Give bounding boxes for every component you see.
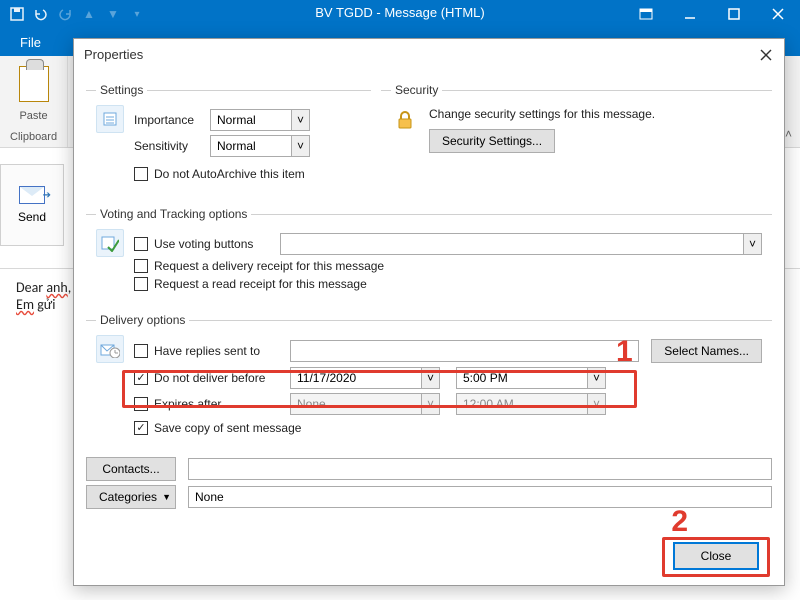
- body-text: gửi: [34, 296, 55, 313]
- delivery-legend: Delivery options: [96, 313, 189, 327]
- next-icon[interactable]: ▼: [102, 3, 124, 25]
- settings-icon: [96, 105, 124, 133]
- chevron-down-icon: ˅: [421, 368, 439, 388]
- paste-label: Paste: [19, 108, 47, 124]
- replies-label: Have replies sent to: [154, 344, 284, 358]
- send-arrow-icon: ➔: [43, 190, 51, 201]
- expires-time-select[interactable]: 12:00 AM˅: [456, 393, 606, 415]
- importance-value: Normal: [211, 113, 291, 127]
- categories-button[interactable]: Categories ▼: [86, 485, 176, 509]
- deliver-date-select[interactable]: 11/17/2020˅: [290, 367, 440, 389]
- select-names-button[interactable]: Select Names...: [651, 339, 762, 363]
- chevron-down-icon: ˅: [743, 234, 761, 254]
- close-button[interactable]: Close: [674, 543, 758, 569]
- sensitivity-label: Sensitivity: [134, 139, 204, 153]
- quick-access-toolbar: ▲ ▼ ▾: [0, 3, 148, 25]
- expires-date-select[interactable]: None˅: [290, 393, 440, 415]
- deliver-before-checkbox[interactable]: [134, 371, 148, 385]
- security-text: Change security settings for this messag…: [429, 107, 762, 121]
- collapse-ribbon-icon[interactable]: ˄: [785, 127, 792, 141]
- body-text: Dear: [16, 279, 46, 296]
- read-receipt-label: Request a read receipt for this message: [154, 277, 367, 291]
- prev-icon[interactable]: ▲: [78, 3, 100, 25]
- expires-checkbox[interactable]: [134, 397, 148, 411]
- delivery-icon: [96, 335, 124, 363]
- deliver-time-select[interactable]: 5:00 PM˅: [456, 367, 606, 389]
- sensitivity-select[interactable]: Normal ˅: [210, 135, 310, 157]
- ribbon-display-options-icon[interactable]: [624, 0, 668, 28]
- paste-button[interactable]: [19, 62, 49, 102]
- body-text-misspell: anh: [46, 279, 67, 296]
- voting-buttons-select[interactable]: ˅: [280, 233, 762, 255]
- tab-file[interactable]: File: [6, 29, 55, 56]
- tracking-icon: [96, 229, 124, 257]
- chevron-down-icon: ˅: [291, 136, 309, 156]
- dialog-close-icon[interactable]: [752, 43, 780, 67]
- chevron-down-icon: ˅: [421, 394, 439, 414]
- delivery-receipt-checkbox[interactable]: [134, 259, 148, 273]
- undo-icon[interactable]: [30, 3, 52, 25]
- save-copy-checkbox[interactable]: [134, 421, 148, 435]
- replies-checkbox[interactable]: [134, 344, 148, 358]
- qat-dropdown-icon[interactable]: ▾: [126, 3, 148, 25]
- save-copy-label: Save copy of sent message: [154, 421, 301, 435]
- voting-checkbox[interactable]: [134, 237, 148, 251]
- contacts-button[interactable]: Contacts...: [86, 457, 176, 481]
- importance-select[interactable]: Normal ˅: [210, 109, 310, 131]
- ribbon-group-clipboard: Paste Clipboard: [0, 56, 68, 147]
- read-receipt-checkbox[interactable]: [134, 277, 148, 291]
- chevron-down-icon: ▼: [162, 492, 171, 502]
- chevron-down-icon: ˅: [291, 110, 309, 130]
- importance-label: Importance: [134, 113, 204, 127]
- replies-input[interactable]: [290, 340, 639, 362]
- dialog-title: Properties: [74, 39, 784, 69]
- maximize-icon[interactable]: [712, 0, 756, 28]
- envelope-icon: [19, 186, 45, 204]
- app-titlebar: ▲ ▼ ▾ BV TGDD - Message (HTML): [0, 0, 800, 28]
- contacts-input[interactable]: [188, 458, 772, 480]
- send-label: Send: [18, 210, 46, 224]
- properties-dialog: Properties Settings Importance Normal: [73, 38, 785, 586]
- categories-input[interactable]: None: [188, 486, 772, 508]
- voting-label: Use voting buttons: [154, 237, 274, 251]
- clipboard-group-label: Clipboard: [10, 129, 57, 145]
- voting-legend: Voting and Tracking options: [96, 207, 251, 221]
- autoarchive-label: Do not AutoArchive this item: [154, 167, 305, 181]
- autoarchive-checkbox[interactable]: [134, 167, 148, 181]
- sensitivity-value: Normal: [211, 139, 291, 153]
- redo-icon[interactable]: [54, 3, 76, 25]
- security-legend: Security: [391, 83, 442, 97]
- clipboard-icon: [19, 66, 49, 102]
- settings-legend: Settings: [96, 83, 147, 97]
- save-icon[interactable]: [6, 3, 28, 25]
- security-settings-button[interactable]: Security Settings...: [429, 129, 555, 153]
- deliver-before-label: Do not deliver before: [154, 371, 284, 385]
- chevron-down-icon: ˅: [587, 368, 605, 388]
- minimize-icon[interactable]: [668, 0, 712, 28]
- expires-label: Expires after: [154, 397, 284, 411]
- delivery-receipt-label: Request a delivery receipt for this mess…: [154, 259, 384, 273]
- close-window-icon[interactable]: [756, 0, 800, 28]
- body-text-misspell: Em: [16, 296, 34, 313]
- lock-icon: [391, 105, 419, 133]
- send-button[interactable]: ➔ Send: [0, 164, 64, 246]
- chevron-down-icon: ˅: [587, 394, 605, 414]
